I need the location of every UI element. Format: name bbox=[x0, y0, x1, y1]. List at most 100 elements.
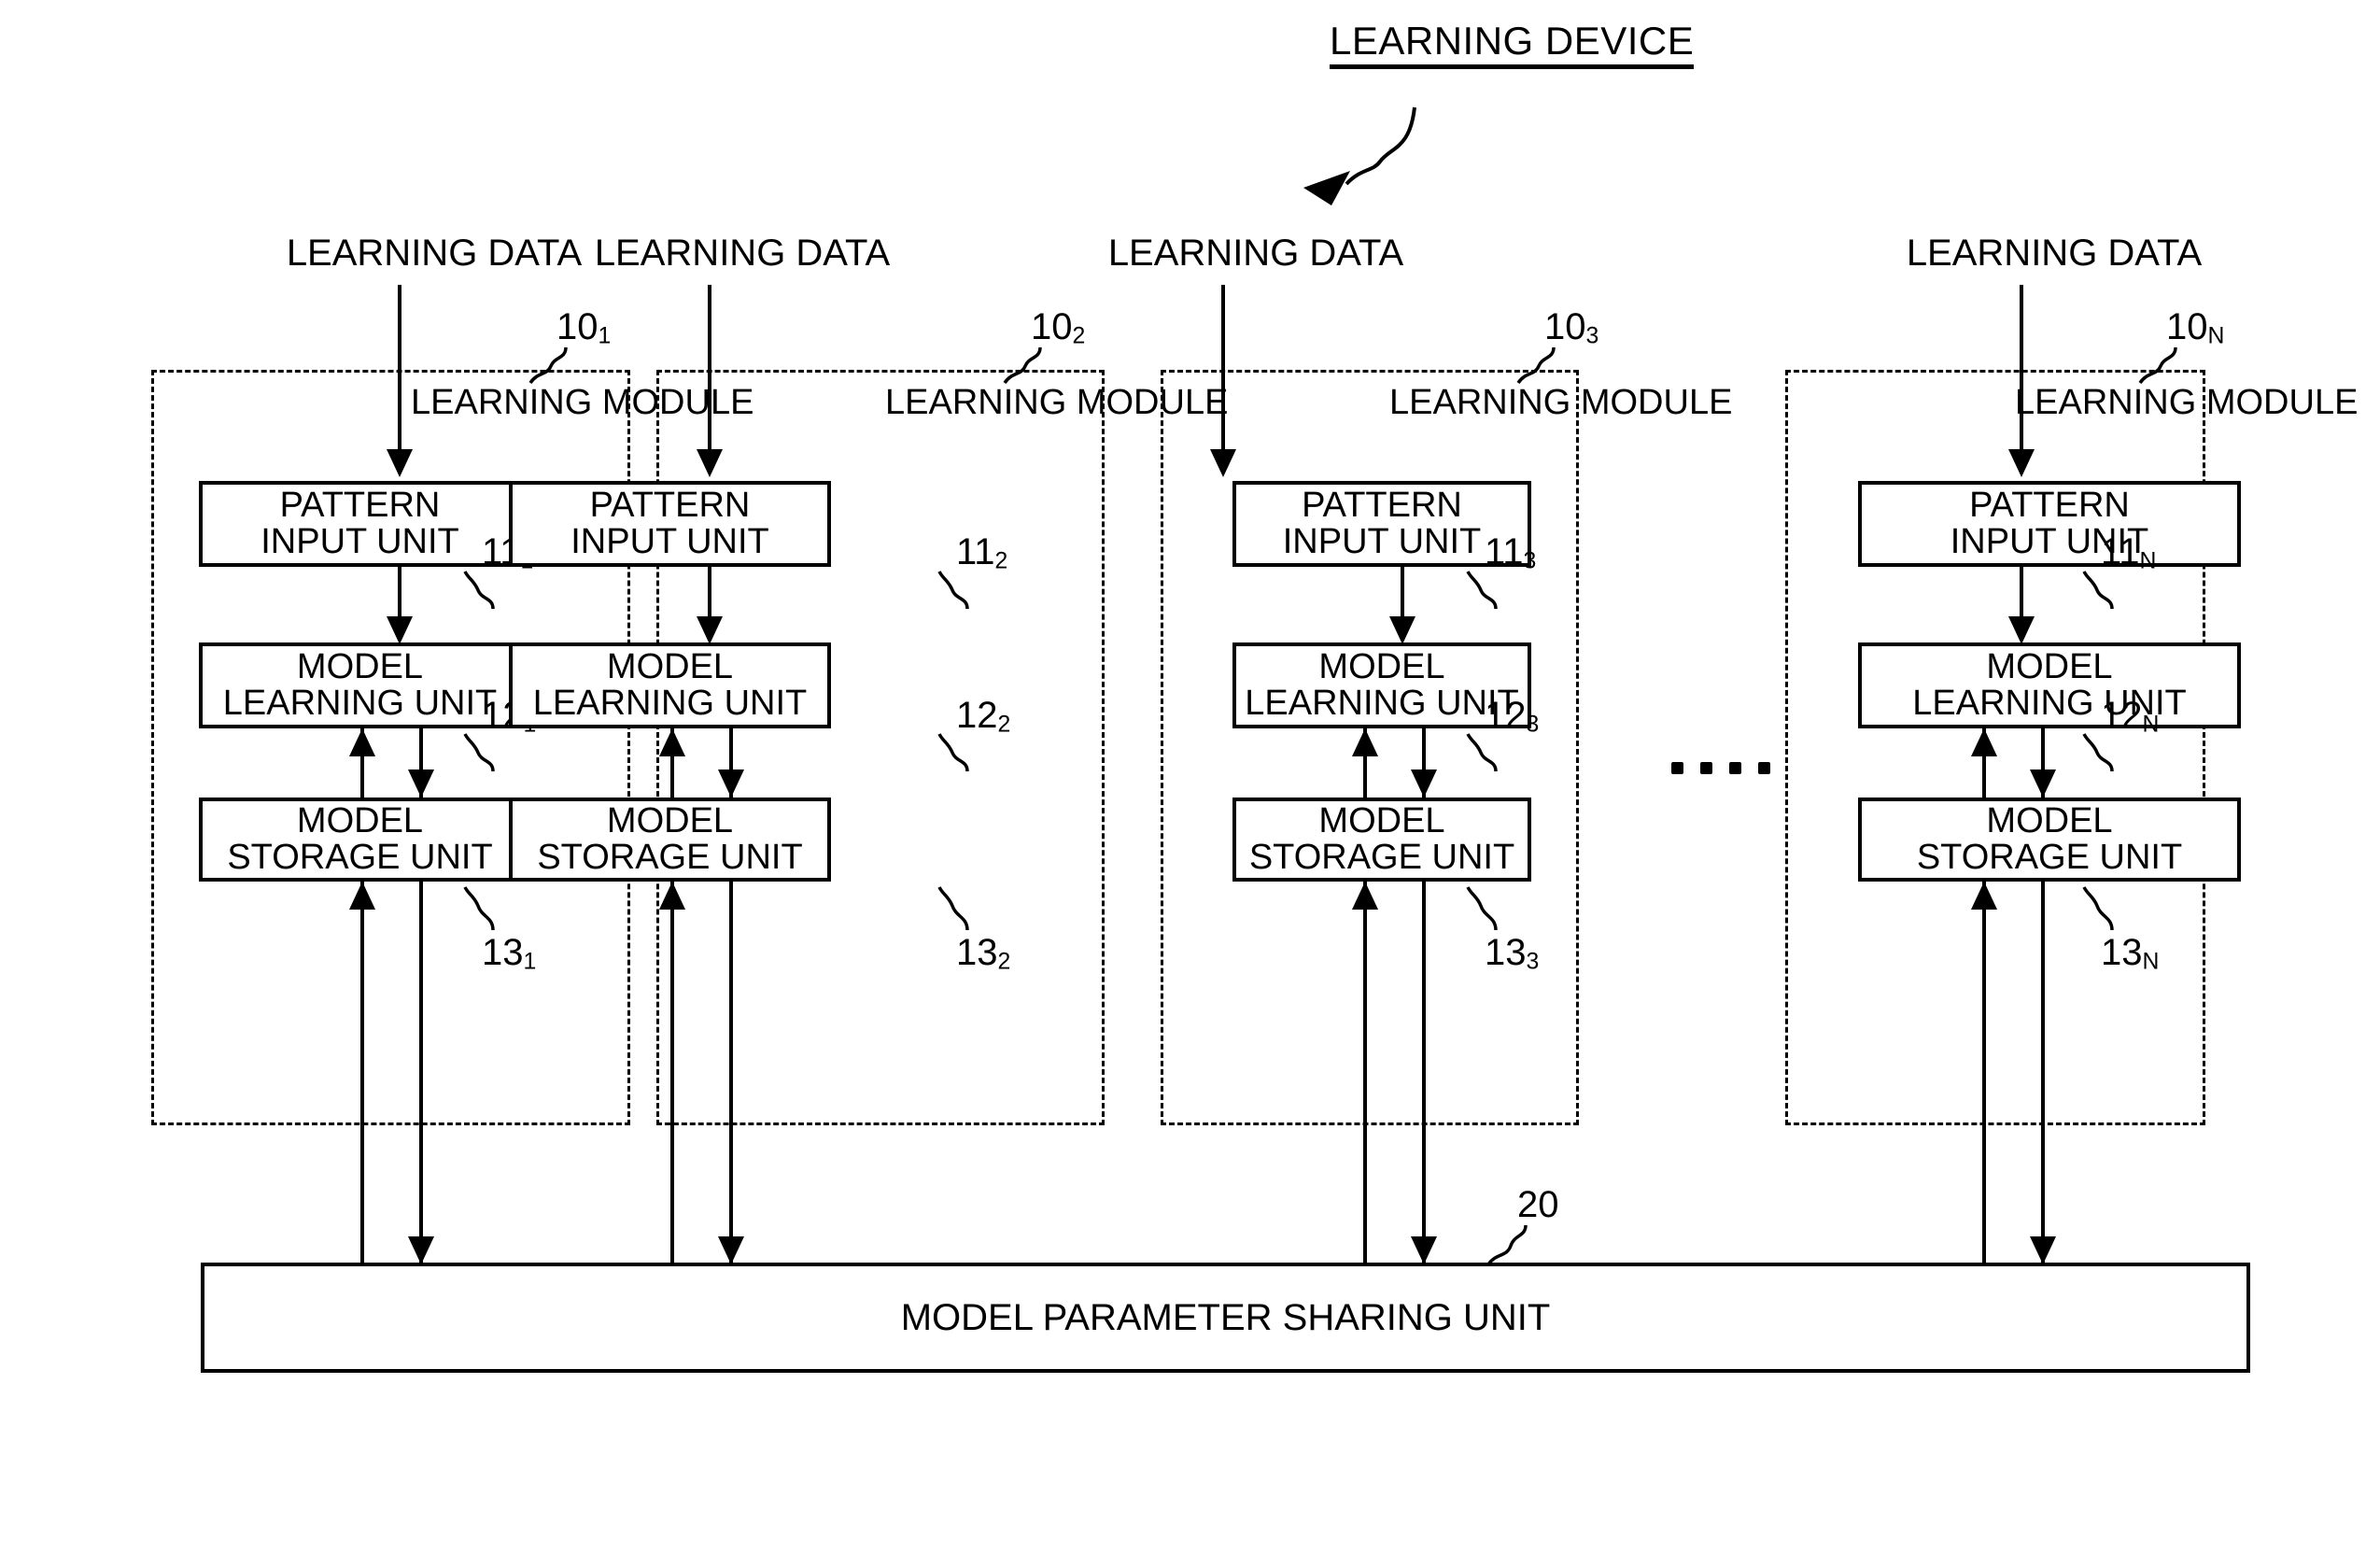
reference-numeral-10-2: 102 bbox=[1031, 308, 1085, 348]
reference-numeral-13-2: 132 bbox=[956, 934, 1010, 974]
model-storage-line-2: STORAGE UNIT bbox=[227, 838, 493, 877]
ref-base: 11 bbox=[956, 531, 995, 572]
reference-numeral-11-3: 113 bbox=[1485, 533, 1536, 573]
pattern-to-learning-arrowhead-1 bbox=[387, 616, 413, 644]
ref-sub: N bbox=[2207, 323, 2225, 349]
leader-line-13-2 bbox=[937, 886, 969, 931]
learning-module-caption-n: LEARNING MODULE bbox=[2015, 385, 2358, 420]
leader-line-20 bbox=[1486, 1224, 1528, 1266]
model-storage-unit-n: MODEL STORAGE UNIT bbox=[1858, 798, 2241, 882]
leader-line-10-1 bbox=[528, 346, 568, 385]
reference-numeral-13-n: 13N bbox=[2101, 934, 2159, 974]
storage-to-sharing-line-2 bbox=[729, 882, 733, 1264]
ref-base: 10 bbox=[2166, 306, 2208, 347]
ellipsis-dot bbox=[1758, 762, 1770, 774]
ref-base: 12 bbox=[1485, 695, 1527, 736]
leader-line-13-3 bbox=[1466, 886, 1498, 931]
sharing-to-storage-arrowhead-2 bbox=[659, 882, 685, 910]
sharing-to-storage-line-2 bbox=[670, 882, 674, 1264]
ref-base: 13 bbox=[956, 932, 998, 973]
pattern-input-line-2: INPUT UNIT bbox=[1282, 522, 1482, 561]
pattern-input-line-1: PATTERN bbox=[1969, 486, 2130, 526]
learning-module-caption-3: LEARNING MODULE bbox=[1389, 383, 1732, 422]
ref-sub: N bbox=[2142, 949, 2160, 975]
leader-line-12-2 bbox=[937, 733, 969, 772]
model-storage-line-2: STORAGE UNIT bbox=[1916, 838, 2183, 877]
pattern-to-learning-arrowhead-n bbox=[2008, 616, 2035, 644]
ref-base: 12 bbox=[2101, 695, 2143, 736]
ref-sub: 3 bbox=[1526, 712, 1540, 738]
leader-line-12-1 bbox=[463, 733, 495, 772]
model-storage-line-2: STORAGE UNIT bbox=[537, 838, 803, 877]
learning-module-caption-2: LEARNING MODULE bbox=[885, 385, 1228, 420]
title-leader-arrow-icon bbox=[1303, 106, 1416, 205]
model-learning-line-2: LEARNING UNIT bbox=[1245, 684, 1519, 723]
pattern-input-line-2: INPUT UNIT bbox=[261, 522, 459, 561]
ref-sub: 3 bbox=[1585, 323, 1599, 349]
leader-line-10-n bbox=[2138, 346, 2177, 385]
reference-numeral-10-1: 101 bbox=[556, 308, 611, 348]
ref-sub: 1 bbox=[598, 323, 612, 349]
ref-base: 10 bbox=[1544, 306, 1586, 347]
learning-data-label-n: LEARNING DATA bbox=[1906, 233, 2203, 274]
ref-sub: N bbox=[2139, 548, 2157, 574]
learning-to-storage-arrowhead-1 bbox=[408, 769, 434, 798]
module-caption-line-1: LEARNING bbox=[1389, 383, 1571, 422]
learning-data-label-2: LEARNING DATA bbox=[594, 233, 891, 274]
leader-line-12-3 bbox=[1466, 733, 1498, 772]
model-storage-line-1: MODEL bbox=[606, 801, 734, 841]
pattern-to-learning-line-2 bbox=[708, 567, 711, 623]
model-learning-line-2: LEARNING UNIT bbox=[222, 684, 498, 723]
ref-base: 12 bbox=[956, 695, 998, 736]
reference-numeral-11-2: 112 bbox=[956, 533, 1007, 573]
pattern-input-line-1: PATTERN bbox=[589, 486, 751, 526]
ref-sub: 1 bbox=[523, 949, 537, 975]
storage-to-sharing-arrowhead-3 bbox=[1411, 1236, 1437, 1264]
storage-to-sharing-arrowhead-n bbox=[2030, 1236, 2056, 1264]
storage-to-learning-arrowhead-n bbox=[1971, 728, 1997, 756]
leader-line-10-2 bbox=[1003, 346, 1042, 385]
ref-sub: 3 bbox=[1523, 548, 1537, 574]
leader-line-10-3 bbox=[1516, 346, 1556, 385]
ref-base: 13 bbox=[482, 932, 524, 973]
storage-to-sharing-line-n bbox=[2041, 882, 2045, 1264]
ref-base: 10 bbox=[556, 306, 599, 347]
page-title: LEARNING DEVICE bbox=[1330, 20, 1695, 70]
model-storage-line-1: MODEL bbox=[296, 801, 424, 841]
sharing-to-storage-arrowhead-1 bbox=[349, 882, 375, 910]
ref-base: 13 bbox=[2101, 932, 2143, 973]
model-storage-unit-1: MODEL STORAGE UNIT bbox=[199, 798, 521, 882]
pattern-to-learning-line-1 bbox=[398, 567, 401, 623]
sharing-to-storage-arrowhead-3 bbox=[1352, 882, 1378, 910]
pattern-input-line-2: INPUT UNIT bbox=[570, 522, 769, 561]
pattern-to-learning-arrowhead-3 bbox=[1389, 616, 1415, 644]
ref-sub: 2 bbox=[994, 548, 1008, 574]
pattern-input-unit-2: PATTERN INPUT UNIT bbox=[509, 481, 831, 567]
ellipsis-dot bbox=[1671, 762, 1683, 774]
ellipsis-indicator bbox=[1671, 762, 1770, 774]
model-learning-line-1: MODEL bbox=[606, 647, 734, 687]
storage-to-sharing-line-3 bbox=[1422, 882, 1426, 1264]
model-learning-unit-n: MODEL LEARNING UNIT bbox=[1858, 642, 2241, 728]
model-storage-line-2: STORAGE UNIT bbox=[1248, 838, 1515, 877]
module-caption-line-2: MODULE bbox=[1580, 383, 1733, 422]
module-caption-line-2: MODULE bbox=[2205, 383, 2359, 422]
model-storage-line-1: MODEL bbox=[1986, 801, 2113, 841]
model-learning-line-1: MODEL bbox=[1318, 647, 1445, 687]
ref-base: 10 bbox=[1031, 306, 1073, 347]
reference-numeral-13-3: 133 bbox=[1485, 934, 1539, 974]
ellipsis-dot bbox=[1700, 762, 1712, 774]
ref-base: 13 bbox=[1485, 932, 1527, 973]
pattern-to-learning-line-n bbox=[2020, 567, 2023, 623]
reference-numeral-10-3: 103 bbox=[1544, 308, 1598, 348]
leader-line-13-n bbox=[2082, 886, 2114, 931]
patent-figure-canvas: LEARNING DEVICE LEARNING DATA LEARNING M… bbox=[0, 0, 2380, 1553]
sharing-to-storage-arrowhead-n bbox=[1971, 882, 1997, 910]
model-storage-unit-3: MODEL STORAGE UNIT bbox=[1232, 798, 1531, 882]
model-parameter-sharing-unit: MODEL PARAMETER SHARING UNIT bbox=[201, 1263, 2250, 1373]
reference-numeral-13-1: 131 bbox=[482, 934, 536, 974]
ref-sub: 2 bbox=[1072, 323, 1086, 349]
leader-line-11-n bbox=[2082, 571, 2114, 610]
ref-base: 11 bbox=[1485, 531, 1524, 572]
ref-sub: 3 bbox=[1526, 949, 1540, 975]
